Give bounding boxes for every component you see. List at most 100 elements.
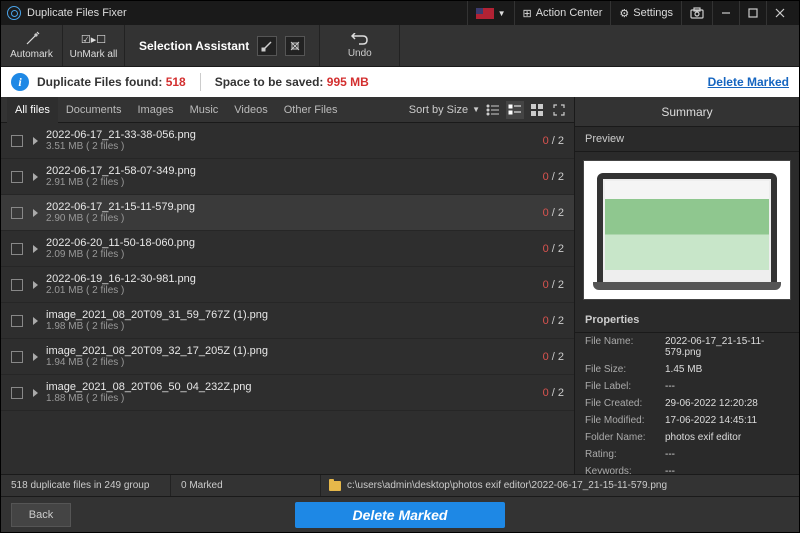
flag-icon xyxy=(476,8,494,19)
property-value: --- xyxy=(665,381,789,392)
file-sub: 1.88 MB ( 2 files ) xyxy=(46,393,252,404)
settings-button[interactable]: ⚙Settings xyxy=(610,1,681,25)
tab-images[interactable]: Images xyxy=(129,97,181,123)
screenshot-button[interactable] xyxy=(681,1,712,25)
checkbox[interactable] xyxy=(11,135,23,147)
selection-tool-2[interactable] xyxy=(285,36,305,56)
tab-all-files[interactable]: All files xyxy=(7,97,58,123)
checkbox[interactable] xyxy=(11,351,23,363)
info-bar: i Duplicate Files found: 518 Space to be… xyxy=(1,67,799,97)
preview-image xyxy=(583,160,791,300)
filter-tabs: All filesDocumentsImagesMusicVideosOther… xyxy=(1,97,574,123)
summary-panel: Summary Preview Properties File Name:202… xyxy=(574,97,799,474)
property-value: 2022-06-17_21-15-11-579.png xyxy=(665,336,789,358)
property-value: photos exif editor xyxy=(665,432,789,443)
action-center-button[interactable]: ⊞Action Center xyxy=(514,1,611,25)
properties-list: File Name:2022-06-17_21-15-11-579.png Fil… xyxy=(575,333,799,474)
language-button[interactable]: ▼ xyxy=(467,1,514,25)
close-button[interactable] xyxy=(766,1,793,25)
bottom-bar: Back Delete Marked xyxy=(1,496,799,532)
selection-assistant: Selection Assistant xyxy=(125,25,320,66)
selection-count: 0 / 2 xyxy=(543,207,564,219)
file-name: 2022-06-17_21-15-11-579.png xyxy=(46,201,195,213)
file-row[interactable]: 2022-06-17_21-15-11-579.png2.90 MB ( 2 f… xyxy=(1,195,574,231)
selection-count: 0 / 2 xyxy=(543,279,564,291)
property-row: Keywords:--- xyxy=(575,463,799,474)
view-list-icon[interactable] xyxy=(484,101,502,119)
property-row: Folder Name:photos exif editor xyxy=(575,429,799,446)
file-name: 2022-06-20_11-50-18-060.png xyxy=(46,237,195,249)
expand-icon[interactable] xyxy=(33,173,38,181)
file-sub: 2.09 MB ( 2 files ) xyxy=(46,249,195,260)
file-row[interactable]: 2022-06-17_21-33-38-056.png3.51 MB ( 2 f… xyxy=(1,123,574,159)
view-detail-icon[interactable] xyxy=(506,101,524,119)
checkbox[interactable] xyxy=(11,171,23,183)
expand-icon[interactable] xyxy=(33,317,38,325)
property-label: Folder Name: xyxy=(585,432,665,443)
selection-count: 0 / 2 xyxy=(543,135,564,147)
maximize-button[interactable] xyxy=(739,1,766,25)
checkbox[interactable] xyxy=(11,315,23,327)
file-sub: 1.98 MB ( 2 files ) xyxy=(46,321,268,332)
selection-count: 0 / 2 xyxy=(543,243,564,255)
file-name: 2022-06-17_21-33-38-056.png xyxy=(46,129,196,141)
file-name: 2022-06-19_16-12-30-981.png xyxy=(46,273,196,285)
minimize-button[interactable] xyxy=(712,1,739,25)
file-name: image_2021_08_20T06_50_04_232Z.png xyxy=(46,381,252,393)
back-button[interactable]: Back xyxy=(11,503,71,527)
space-label: Space to be saved: xyxy=(215,75,324,89)
tab-music[interactable]: Music xyxy=(182,97,227,123)
file-row[interactable]: 2022-06-17_21-58-07-349.png2.91 MB ( 2 f… xyxy=(1,159,574,195)
app-logo-icon xyxy=(7,6,21,20)
unmark-icon: ☑▸☐ xyxy=(81,31,106,47)
selection-count: 0 / 2 xyxy=(543,171,564,183)
file-row[interactable]: image_2021_08_20T06_50_04_232Z.png1.88 M… xyxy=(1,375,574,411)
selection-tool-1[interactable] xyxy=(257,36,277,56)
file-sub: 2.91 MB ( 2 files ) xyxy=(46,177,196,188)
property-row: File Created:29-06-2022 12:20:28 xyxy=(575,395,799,412)
properties-label: Properties xyxy=(575,308,799,333)
summary-header: Summary xyxy=(575,97,799,127)
file-sub: 1.94 MB ( 2 files ) xyxy=(46,357,268,368)
sort-dropdown[interactable]: Sort by Size ▼ xyxy=(409,104,480,116)
file-list[interactable]: 2022-06-17_21-33-38-056.png3.51 MB ( 2 f… xyxy=(1,123,574,474)
file-row[interactable]: 2022-06-20_11-50-18-060.png2.09 MB ( 2 f… xyxy=(1,231,574,267)
undo-button[interactable]: Undo xyxy=(320,25,400,66)
checkbox[interactable] xyxy=(11,207,23,219)
titlebar: Duplicate Files Fixer ▼ ⊞Action Center ⚙… xyxy=(1,1,799,25)
checkbox[interactable] xyxy=(11,279,23,291)
tab-videos[interactable]: Videos xyxy=(226,97,275,123)
file-panel: All filesDocumentsImagesMusicVideosOther… xyxy=(1,97,574,474)
expand-icon[interactable] xyxy=(33,389,38,397)
file-name: image_2021_08_20T09_31_59_767Z (1).png xyxy=(46,309,268,321)
app-window: Duplicate Files Fixer ▼ ⊞Action Center ⚙… xyxy=(0,0,800,533)
expand-icon[interactable] xyxy=(33,209,38,217)
expand-icon[interactable] xyxy=(33,137,38,145)
property-label: Keywords: xyxy=(585,466,665,474)
property-label: File Created: xyxy=(585,398,665,409)
unmark-all-button[interactable]: ☑▸☐ UnMark all xyxy=(63,25,125,66)
expand-icon[interactable] xyxy=(33,245,38,253)
dup-label: Duplicate Files found: xyxy=(37,75,162,89)
expand-icon[interactable] xyxy=(33,353,38,361)
property-value: 29-06-2022 12:20:28 xyxy=(665,398,789,409)
automark-button[interactable]: Automark xyxy=(1,25,63,66)
view-grid-icon[interactable] xyxy=(528,101,546,119)
delete-marked-button[interactable]: Delete Marked xyxy=(295,502,505,528)
preview-label: Preview xyxy=(575,127,799,152)
checkbox[interactable] xyxy=(11,387,23,399)
file-sub: 3.51 MB ( 2 files ) xyxy=(46,141,196,152)
fullscreen-icon[interactable] xyxy=(550,101,568,119)
delete-marked-link[interactable]: Delete Marked xyxy=(708,75,789,89)
checkbox[interactable] xyxy=(11,243,23,255)
property-row: File Name:2022-06-17_21-15-11-579.png xyxy=(575,333,799,361)
property-row: File Modified:17-06-2022 14:45:11 xyxy=(575,412,799,429)
file-row[interactable]: image_2021_08_20T09_32_17_205Z (1).png1.… xyxy=(1,339,574,375)
tab-documents[interactable]: Documents xyxy=(58,97,130,123)
file-row[interactable]: 2022-06-19_16-12-30-981.png2.01 MB ( 2 f… xyxy=(1,267,574,303)
selection-count: 0 / 2 xyxy=(543,315,564,327)
tab-other-files[interactable]: Other Files xyxy=(276,97,346,123)
app-title: Duplicate Files Fixer xyxy=(27,7,127,19)
file-row[interactable]: image_2021_08_20T09_31_59_767Z (1).png1.… xyxy=(1,303,574,339)
expand-icon[interactable] xyxy=(33,281,38,289)
